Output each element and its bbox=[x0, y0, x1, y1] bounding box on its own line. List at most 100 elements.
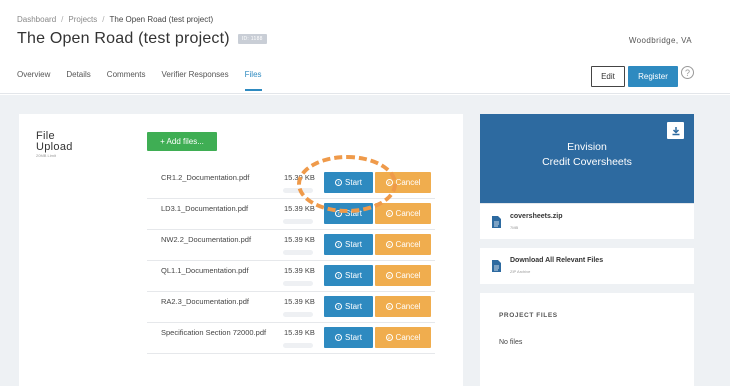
breadcrumb-current: The Open Road (test project) bbox=[109, 15, 214, 24]
project-files-panel: PROJECT FILES No files bbox=[480, 293, 694, 386]
cancel-label: Cancel bbox=[395, 209, 421, 218]
cancel-upload-button[interactable]: ⊘ Cancel bbox=[375, 203, 431, 224]
tab-bar: Overview Details Comments Verifier Respo… bbox=[17, 70, 278, 91]
upload-file-size: 15.39 KB bbox=[284, 173, 315, 182]
upload-progress-bar bbox=[283, 281, 313, 286]
coversheets-zip-item[interactable]: coversheets.zip 7MB bbox=[480, 203, 694, 239]
upload-file-size: 15.39 KB bbox=[284, 235, 315, 244]
start-upload-button[interactable]: ⇧ Start bbox=[324, 327, 373, 348]
tab-verifier-responses[interactable]: Verifier Responses bbox=[161, 70, 228, 91]
upload-icon: ⇧ bbox=[335, 241, 343, 248]
breadcrumb-separator: / bbox=[102, 15, 105, 24]
envision-coversheets-card: Envision Credit Coversheets bbox=[480, 114, 694, 203]
start-upload-button[interactable]: ⇧ Start bbox=[324, 203, 373, 224]
download-icon[interactable] bbox=[667, 122, 684, 139]
download-all-item[interactable]: Download All Relevant Files ZIP Archive bbox=[480, 248, 694, 284]
upload-file-list: CR1.2_Documentation.pdf 15.39 KB ⇧ Start ⊘ Ca… bbox=[147, 168, 435, 354]
envision-title: Envision Credit Coversheets bbox=[480, 140, 694, 170]
upload-file-size: 15.39 KB bbox=[284, 204, 315, 213]
download-all-sub: ZIP Archive bbox=[510, 269, 531, 274]
tab-details[interactable]: Details bbox=[66, 70, 90, 91]
upload-file-size: 15.39 KB bbox=[284, 328, 315, 337]
envision-title-line2: Credit Coversheets bbox=[542, 156, 632, 168]
cancel-upload-button[interactable]: ⊘ Cancel bbox=[375, 327, 431, 348]
start-label: Start bbox=[345, 209, 362, 218]
upload-icon: ⇧ bbox=[335, 334, 343, 341]
upload-file-size: 15.39 KB bbox=[284, 266, 315, 275]
title-row: The Open Road (test project) ID: 1188 bbox=[17, 30, 267, 48]
page-header: Dashboard / Projects / The Open Road (te… bbox=[0, 0, 730, 94]
cancel-icon: ⊘ bbox=[385, 303, 393, 310]
start-upload-button[interactable]: ⇧ Start bbox=[324, 234, 373, 255]
project-files-title: PROJECT FILES bbox=[499, 312, 558, 319]
project-files-empty: No files bbox=[499, 339, 523, 346]
upload-file-name: QL1.1_Documentation.pdf bbox=[161, 266, 249, 275]
upload-icon: ⇧ bbox=[335, 303, 343, 310]
start-upload-button[interactable]: ⇧ Start bbox=[324, 172, 373, 193]
upload-file-row: LD3.1_Documentation.pdf 15.39 KB ⇧ Start ⊘ Ca… bbox=[147, 199, 435, 230]
cancel-upload-button[interactable]: ⊘ Cancel bbox=[375, 172, 431, 193]
page-title: The Open Road (test project) bbox=[17, 30, 230, 47]
cancel-label: Cancel bbox=[395, 240, 421, 249]
upload-file-name: RA2.3_Documentation.pdf bbox=[161, 297, 249, 306]
upload-file-row: Specification Section 72000.pdf 15.39 KB ⇧… bbox=[147, 323, 435, 354]
file-upload-panel: File Upload 20MB Limit + Add files... CR… bbox=[19, 114, 463, 386]
help-icon[interactable]: ? bbox=[681, 66, 694, 79]
upload-file-row: NW2.2_Documentation.pdf 15.39 KB ⇧ Start ⊘ Ca… bbox=[147, 230, 435, 261]
zip-file-size: 7MB bbox=[510, 225, 519, 230]
start-label: Start bbox=[345, 178, 362, 187]
upload-icon: ⇧ bbox=[335, 210, 343, 217]
breadcrumb-dashboard[interactable]: Dashboard bbox=[17, 15, 56, 24]
zip-file-name[interactable]: coversheets.zip bbox=[510, 213, 563, 220]
cancel-upload-button[interactable]: ⊘ Cancel bbox=[375, 296, 431, 317]
breadcrumb: Dashboard / Projects / The Open Road (te… bbox=[17, 15, 213, 24]
upload-progress-bar bbox=[283, 188, 313, 193]
upload-progress-bar bbox=[283, 343, 313, 348]
start-label: Start bbox=[345, 333, 362, 342]
add-files-button[interactable]: + Add files... bbox=[147, 132, 217, 151]
document-icon bbox=[492, 215, 501, 233]
upload-progress-bar bbox=[283, 312, 313, 317]
upload-file-row: CR1.2_Documentation.pdf 15.39 KB ⇧ Start ⊘ Ca… bbox=[147, 168, 435, 199]
upload-file-row: RA2.3_Documentation.pdf 15.39 KB ⇧ Start ⊘ Ca… bbox=[147, 292, 435, 323]
edit-button[interactable]: Edit bbox=[591, 66, 625, 87]
upload-progress-bar bbox=[283, 219, 313, 224]
cancel-upload-button[interactable]: ⊘ Cancel bbox=[375, 234, 431, 255]
start-upload-button[interactable]: ⇧ Start bbox=[324, 265, 373, 286]
upload-size-limit: 20MB Limit bbox=[36, 153, 57, 158]
tab-files[interactable]: Files bbox=[244, 70, 262, 91]
cancel-icon: ⊘ bbox=[385, 272, 393, 279]
upload-title: File Upload bbox=[36, 131, 73, 153]
document-icon bbox=[492, 259, 501, 277]
project-id-tag: ID: 1188 bbox=[237, 34, 267, 44]
cancel-icon: ⊘ bbox=[385, 210, 393, 217]
breadcrumb-separator: / bbox=[61, 15, 64, 24]
upload-icon: ⇧ bbox=[335, 179, 343, 186]
project-location: Woodbridge, VA bbox=[628, 36, 692, 45]
cancel-label: Cancel bbox=[395, 333, 421, 342]
upload-file-name: NW2.2_Documentation.pdf bbox=[161, 235, 252, 244]
cancel-label: Cancel bbox=[395, 271, 421, 280]
upload-title-line2: Upload bbox=[36, 141, 73, 153]
upload-file-name: LD3.1_Documentation.pdf bbox=[161, 204, 249, 213]
cancel-label: Cancel bbox=[395, 178, 421, 187]
register-button[interactable]: Register bbox=[628, 66, 678, 87]
download-all-label[interactable]: Download All Relevant Files bbox=[510, 257, 603, 264]
start-label: Start bbox=[345, 302, 362, 311]
cancel-upload-button[interactable]: ⊘ Cancel bbox=[375, 265, 431, 286]
upload-file-row: QL1.1_Documentation.pdf 15.39 KB ⇧ Start ⊘ Ca… bbox=[147, 261, 435, 292]
upload-progress-bar bbox=[283, 250, 313, 255]
upload-file-name: Specification Section 72000.pdf bbox=[161, 328, 267, 337]
upload-icon: ⇧ bbox=[335, 272, 343, 279]
cancel-icon: ⊘ bbox=[385, 179, 393, 186]
breadcrumb-projects[interactable]: Projects bbox=[68, 15, 97, 24]
tab-comments[interactable]: Comments bbox=[107, 70, 146, 91]
upload-file-name: CR1.2_Documentation.pdf bbox=[161, 173, 250, 182]
tab-overview[interactable]: Overview bbox=[17, 70, 50, 91]
start-label: Start bbox=[345, 271, 362, 280]
start-label: Start bbox=[345, 240, 362, 249]
cancel-icon: ⊘ bbox=[385, 241, 393, 248]
start-upload-button[interactable]: ⇧ Start bbox=[324, 296, 373, 317]
upload-file-size: 15.39 KB bbox=[284, 297, 315, 306]
envision-title-line1: Envision bbox=[567, 141, 607, 153]
